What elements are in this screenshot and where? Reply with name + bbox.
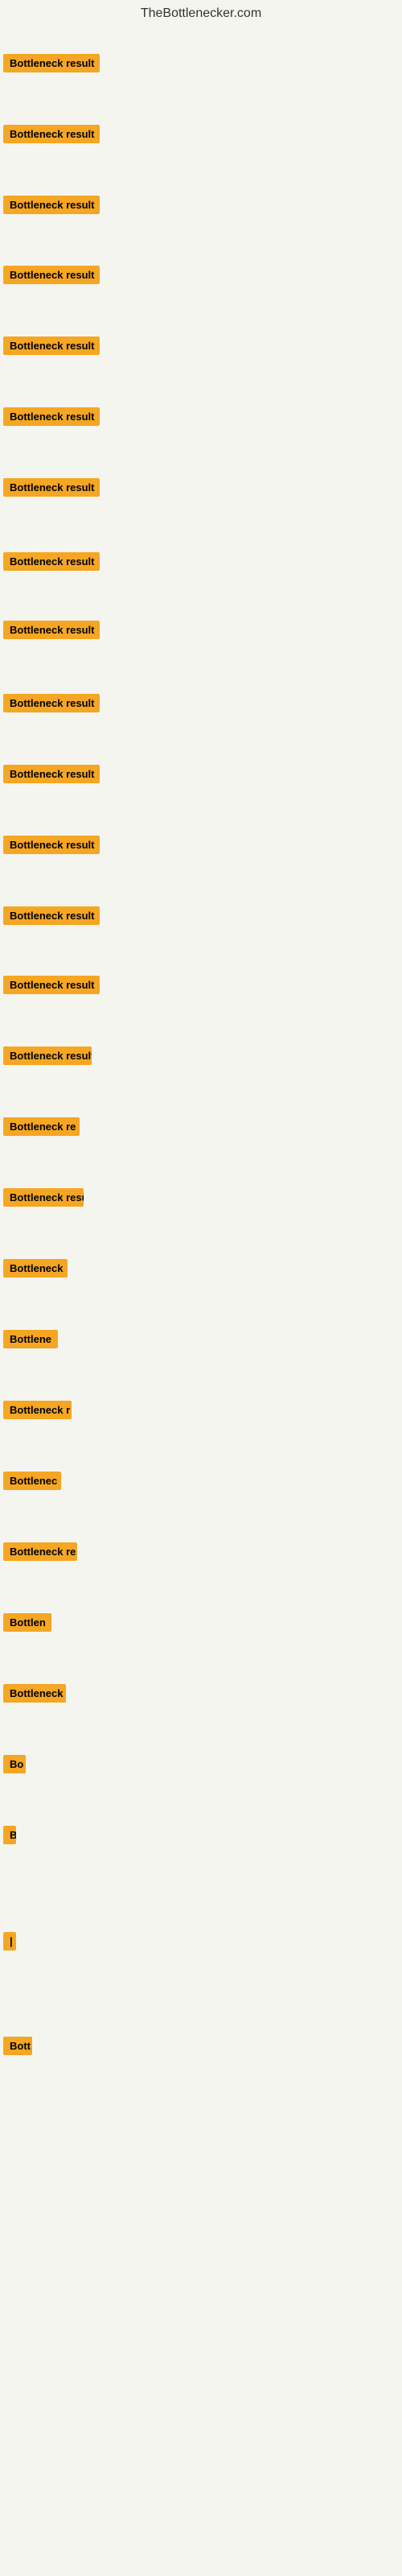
bottleneck-row-17: Bottleneck resu <box>3 1188 84 1211</box>
bottleneck-label-19: Bottlene <box>3 1330 58 1348</box>
bottleneck-label-12: Bottleneck result <box>3 836 100 854</box>
bottleneck-label-5: Bottleneck result <box>3 336 100 355</box>
bottleneck-label-27: | <box>3 1932 16 1951</box>
bottleneck-label-18: Bottleneck <box>3 1259 68 1278</box>
bottleneck-label-11: Bottleneck result <box>3 765 100 783</box>
bottleneck-row-6: Bottleneck result <box>3 407 100 430</box>
bottleneck-row-12: Bottleneck result <box>3 836 100 858</box>
bottleneck-label-4: Bottleneck result <box>3 266 100 284</box>
bottleneck-row-14: Bottleneck result <box>3 976 100 998</box>
bottleneck-row-20: Bottleneck r <box>3 1401 72 1423</box>
bottleneck-label-26: B <box>3 1826 16 1844</box>
bottleneck-row-28: Bott <box>3 2037 32 2059</box>
bottleneck-label-23: Bottlen <box>3 1613 51 1632</box>
bottleneck-label-21: Bottlenec <box>3 1472 61 1490</box>
bottleneck-label-15: Bottleneck result <box>3 1046 92 1065</box>
bottleneck-label-24: Bottleneck <box>3 1684 66 1703</box>
bottleneck-row-21: Bottlenec <box>3 1472 61 1494</box>
bottleneck-label-14: Bottleneck result <box>3 976 100 994</box>
bottleneck-row-23: Bottlen <box>3 1613 51 1636</box>
bottleneck-row-3: Bottleneck result <box>3 196 100 218</box>
bottleneck-label-20: Bottleneck r <box>3 1401 72 1419</box>
bottleneck-row-22: Bottleneck re <box>3 1542 77 1565</box>
bottleneck-row-16: Bottleneck re <box>3 1117 80 1140</box>
bottleneck-row-13: Bottleneck result <box>3 906 100 929</box>
bottleneck-row-11: Bottleneck result <box>3 765 100 787</box>
bottleneck-row-2: Bottleneck result <box>3 125 100 147</box>
site-title: TheBottlenecker.com <box>0 0 402 24</box>
bottleneck-row-10: Bottleneck result <box>3 694 100 716</box>
bottleneck-label-7: Bottleneck result <box>3 478 100 497</box>
bottleneck-row-7: Bottleneck result <box>3 478 100 501</box>
bottleneck-row-18: Bottleneck <box>3 1259 68 1282</box>
bottleneck-row-4: Bottleneck result <box>3 266 100 288</box>
bottleneck-label-6: Bottleneck result <box>3 407 100 426</box>
bottleneck-label-10: Bottleneck result <box>3 694 100 712</box>
bottleneck-row-8: Bottleneck result <box>3 552 100 575</box>
bottleneck-label-28: Bott <box>3 2037 32 2055</box>
bottleneck-label-25: Bo <box>3 1755 26 1773</box>
bottleneck-row-5: Bottleneck result <box>3 336 100 359</box>
bottleneck-row-9: Bottleneck result <box>3 621 100 643</box>
bottleneck-label-17: Bottleneck resu <box>3 1188 84 1207</box>
bottleneck-label-8: Bottleneck result <box>3 552 100 571</box>
bottleneck-row-27: | <box>3 1932 16 1955</box>
bottleneck-row-15: Bottleneck result <box>3 1046 92 1069</box>
bottleneck-row-24: Bottleneck <box>3 1684 66 1707</box>
bottleneck-row-25: Bo <box>3 1755 26 1777</box>
bottleneck-label-2: Bottleneck result <box>3 125 100 143</box>
bottleneck-row-19: Bottlene <box>3 1330 58 1352</box>
bottleneck-row-1: Bottleneck result <box>3 54 100 76</box>
bottleneck-label-1: Bottleneck result <box>3 54 100 72</box>
bottleneck-label-13: Bottleneck result <box>3 906 100 925</box>
bottleneck-label-22: Bottleneck re <box>3 1542 77 1561</box>
bottleneck-row-26: B <box>3 1826 16 1848</box>
bottleneck-label-3: Bottleneck result <box>3 196 100 214</box>
bottleneck-label-9: Bottleneck result <box>3 621 100 639</box>
bottleneck-label-16: Bottleneck re <box>3 1117 80 1136</box>
